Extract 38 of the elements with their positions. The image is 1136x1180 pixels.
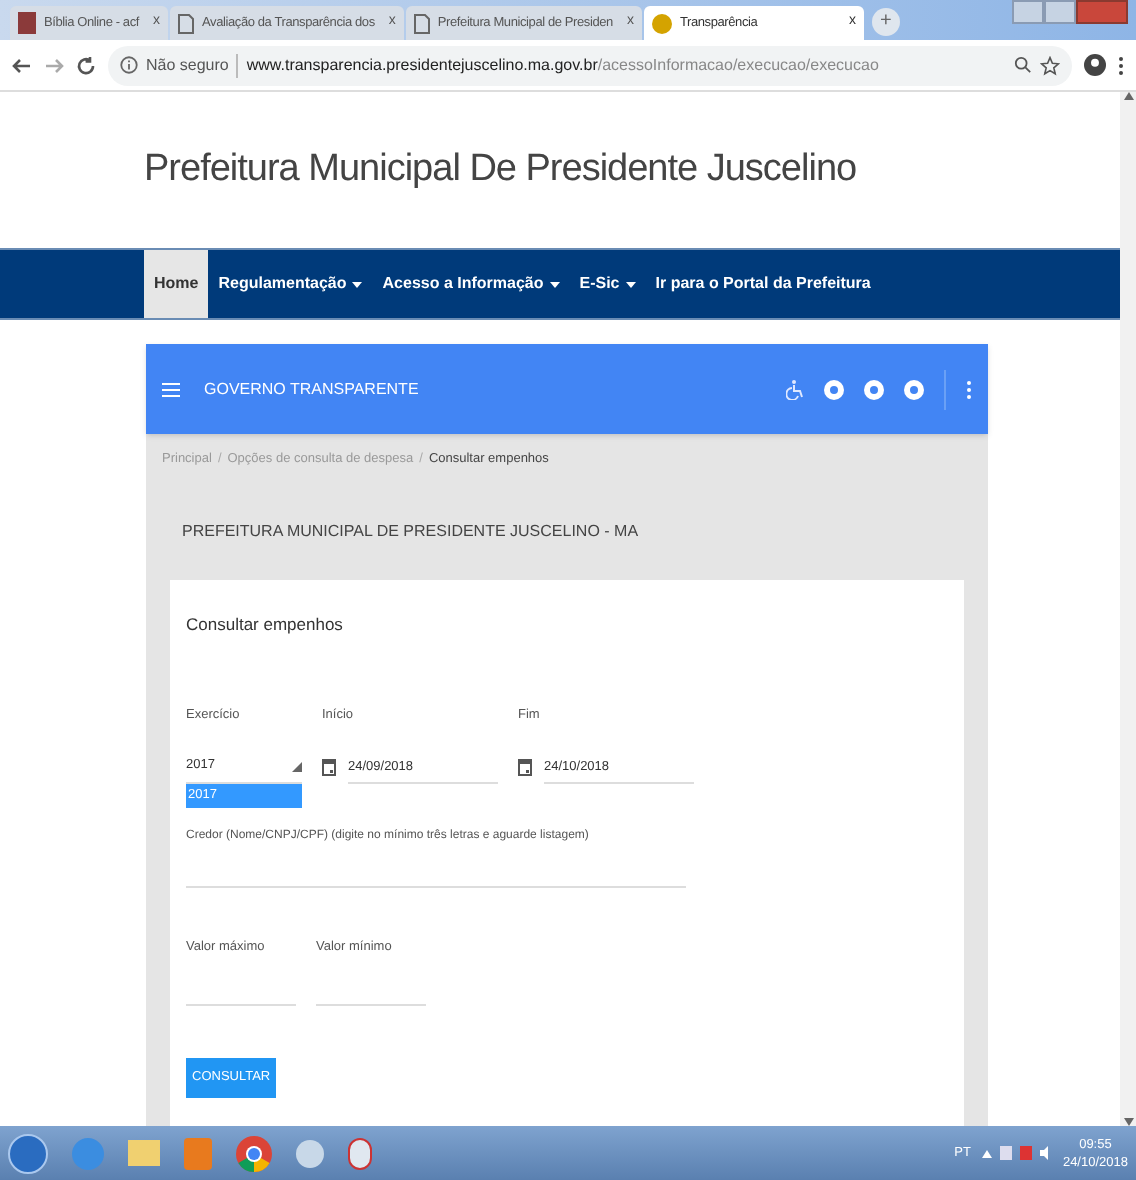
accessibility-icon[interactable]: [786, 379, 804, 399]
nav-item[interactable]: Ir para o Portal da Prefeitura: [645, 250, 881, 318]
app-title: GOVERNO TRANSPARENTE: [204, 377, 419, 401]
calendar-icon[interactable]: [322, 758, 336, 776]
nav-item[interactable]: E-Sic: [569, 250, 646, 318]
forward-icon[interactable]: [44, 55, 64, 75]
nav-item[interactable]: Regulamentação: [208, 250, 373, 318]
menu-icon[interactable]: [1118, 55, 1124, 75]
profile-icon[interactable]: [1084, 54, 1106, 76]
security-label: Não seguro: [146, 53, 229, 77]
more-icon[interactable]: [966, 379, 972, 399]
url-text: www.transparencia.presidentejuscelino.ma.gov.br/acessoInformacao/execucao/execucao: [246, 53, 879, 77]
caret-icon: [549, 281, 560, 287]
book-icon: [18, 12, 36, 34]
caret-icon: [625, 281, 636, 287]
new-tab-button[interactable]: +: [871, 8, 900, 36]
reload-icon[interactable]: [76, 55, 96, 75]
zoom-icon[interactable]: [1014, 56, 1032, 74]
nav-item[interactable]: Acesso a Informação: [372, 250, 570, 318]
tray-icons[interactable]: [982, 1144, 1051, 1162]
page-icon: [413, 13, 430, 33]
page-icon: [178, 13, 195, 33]
site-title: Prefeitura Municipal De Presidente Juscelino: [142, 145, 859, 194]
back-icon[interactable]: [12, 55, 32, 75]
calendar-icon[interactable]: [518, 758, 532, 776]
form-title: Consultar empenhos: [186, 612, 345, 638]
chrome-icon[interactable]: [236, 1135, 272, 1171]
nav-item[interactable]: Home: [144, 250, 209, 318]
maximize-button[interactable]: [1044, 0, 1076, 24]
caret-icon: [292, 761, 302, 771]
info-icon[interactable]: [120, 56, 138, 74]
address-field[interactable]: Não seguro www.transparencia.presidentejuscelino.ma.gov.br/acessoInformacao/execucao/execucao: [108, 45, 1072, 85]
start-button[interactable]: [8, 1133, 48, 1173]
info-icon: [651, 13, 672, 33]
caret-icon: [352, 281, 363, 287]
star-icon[interactable]: [1040, 55, 1060, 75]
minimize-button[interactable]: [1012, 0, 1044, 24]
entity-name: PREFEITURA MUNICIPAL DE PRESIDENTE JUSCELINO - MA: [180, 520, 641, 544]
